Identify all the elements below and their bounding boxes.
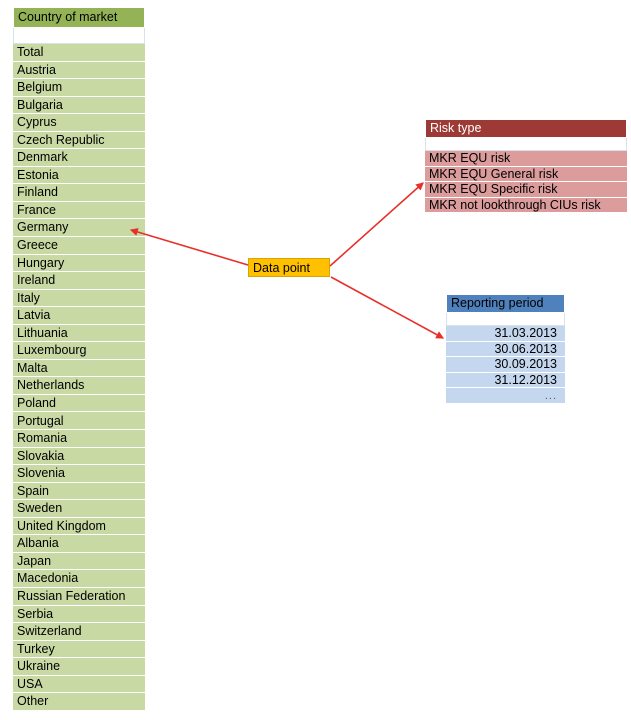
- risk-type-table: Risk type MKR EQU risk MKR EQU General ri…: [425, 119, 627, 213]
- reporting-period-header: Reporting period: [446, 294, 565, 313]
- country-row: Estonia: [13, 166, 145, 185]
- reporting-period-table: Reporting period 31.03.2013 30.06.2013 30.…: [446, 294, 565, 404]
- country-row: Albania: [13, 535, 145, 553]
- arrow-to-risk-type: [329, 182, 424, 267]
- country-row: Portugal: [13, 412, 145, 431]
- data-point-callout: Data point: [248, 258, 330, 277]
- country-row: Bulgaria: [13, 96, 145, 115]
- country-of-market-header: Country of market: [13, 7, 145, 28]
- reporting-period-spacer-row: [446, 313, 565, 326]
- country-row: Greece: [13, 237, 145, 255]
- country-row: Hungary: [13, 254, 145, 273]
- country-row: Denmark: [13, 149, 145, 167]
- reporting-period-row: 31.03.2013: [446, 326, 565, 342]
- country-row: Belgium: [13, 79, 145, 97]
- country-row: Macedonia: [13, 570, 145, 588]
- reporting-period-row: 31.12.2013: [446, 372, 565, 388]
- country-row: Slovakia: [13, 447, 145, 466]
- country-row: Romania: [13, 430, 145, 448]
- country-row: Japan: [13, 552, 145, 571]
- country-row: Spain: [13, 482, 145, 501]
- country-row: Turkey: [13, 640, 145, 659]
- country-row: Malta: [13, 359, 145, 378]
- arrow-to-country: [129, 228, 249, 266]
- country-row: Finland: [13, 184, 145, 202]
- reporting-period-row: 30.09.2013: [446, 357, 565, 373]
- country-row: France: [13, 201, 145, 220]
- country-of-market-spacer-row: [13, 28, 145, 44]
- country-row: USA: [13, 675, 145, 694]
- risk-type-row: MKR EQU risk: [425, 151, 627, 167]
- arrow-to-reporting-period: [330, 276, 445, 339]
- country-row: Czech Republic: [13, 131, 145, 150]
- country-row: Serbia: [13, 605, 145, 624]
- country-row: Austria: [13, 61, 145, 80]
- country-row: Other: [13, 693, 145, 711]
- risk-type-header: Risk type: [425, 119, 627, 138]
- country-row: Slovenia: [13, 465, 145, 483]
- country-row: Switzerland: [13, 623, 145, 641]
- country-row: Lithuania: [13, 324, 145, 343]
- country-row: Netherlands: [13, 377, 145, 395]
- risk-type-row: MKR EQU Specific risk: [425, 182, 627, 198]
- reporting-period-row: ...: [446, 388, 565, 404]
- country-row: Luxembourg: [13, 342, 145, 360]
- risk-type-spacer-row: [425, 138, 627, 151]
- reporting-period-row: 30.06.2013: [446, 341, 565, 357]
- country-row: Russian Federation: [13, 587, 145, 606]
- risk-type-rows: MKR EQU risk MKR EQU General risk MKR EQU …: [425, 151, 627, 213]
- country-row: Sweden: [13, 500, 145, 518]
- country-row: Ireland: [13, 272, 145, 290]
- reporting-period-rows: 31.03.2013 30.06.2013 30.09.2013 31.12.2013…: [446, 326, 565, 404]
- country-row: Germany: [13, 219, 145, 238]
- risk-type-row: MKR not lookthrough CIUs risk: [425, 197, 627, 213]
- country-row: Latvia: [13, 307, 145, 325]
- country-of-market-rows: Total Austria Belgium Bulgaria Cyprus Czech R…: [13, 44, 145, 711]
- country-row: Cyprus: [13, 114, 145, 132]
- country-row: Total: [13, 44, 145, 62]
- country-of-market-table: Country of market Total Austria Belgium Bul…: [13, 7, 145, 711]
- country-row: Ukraine: [13, 658, 145, 676]
- country-row: Italy: [13, 289, 145, 308]
- country-row: Poland: [13, 394, 145, 413]
- risk-type-row: MKR EQU General risk: [425, 166, 627, 182]
- country-row: United Kingdom: [13, 517, 145, 536]
